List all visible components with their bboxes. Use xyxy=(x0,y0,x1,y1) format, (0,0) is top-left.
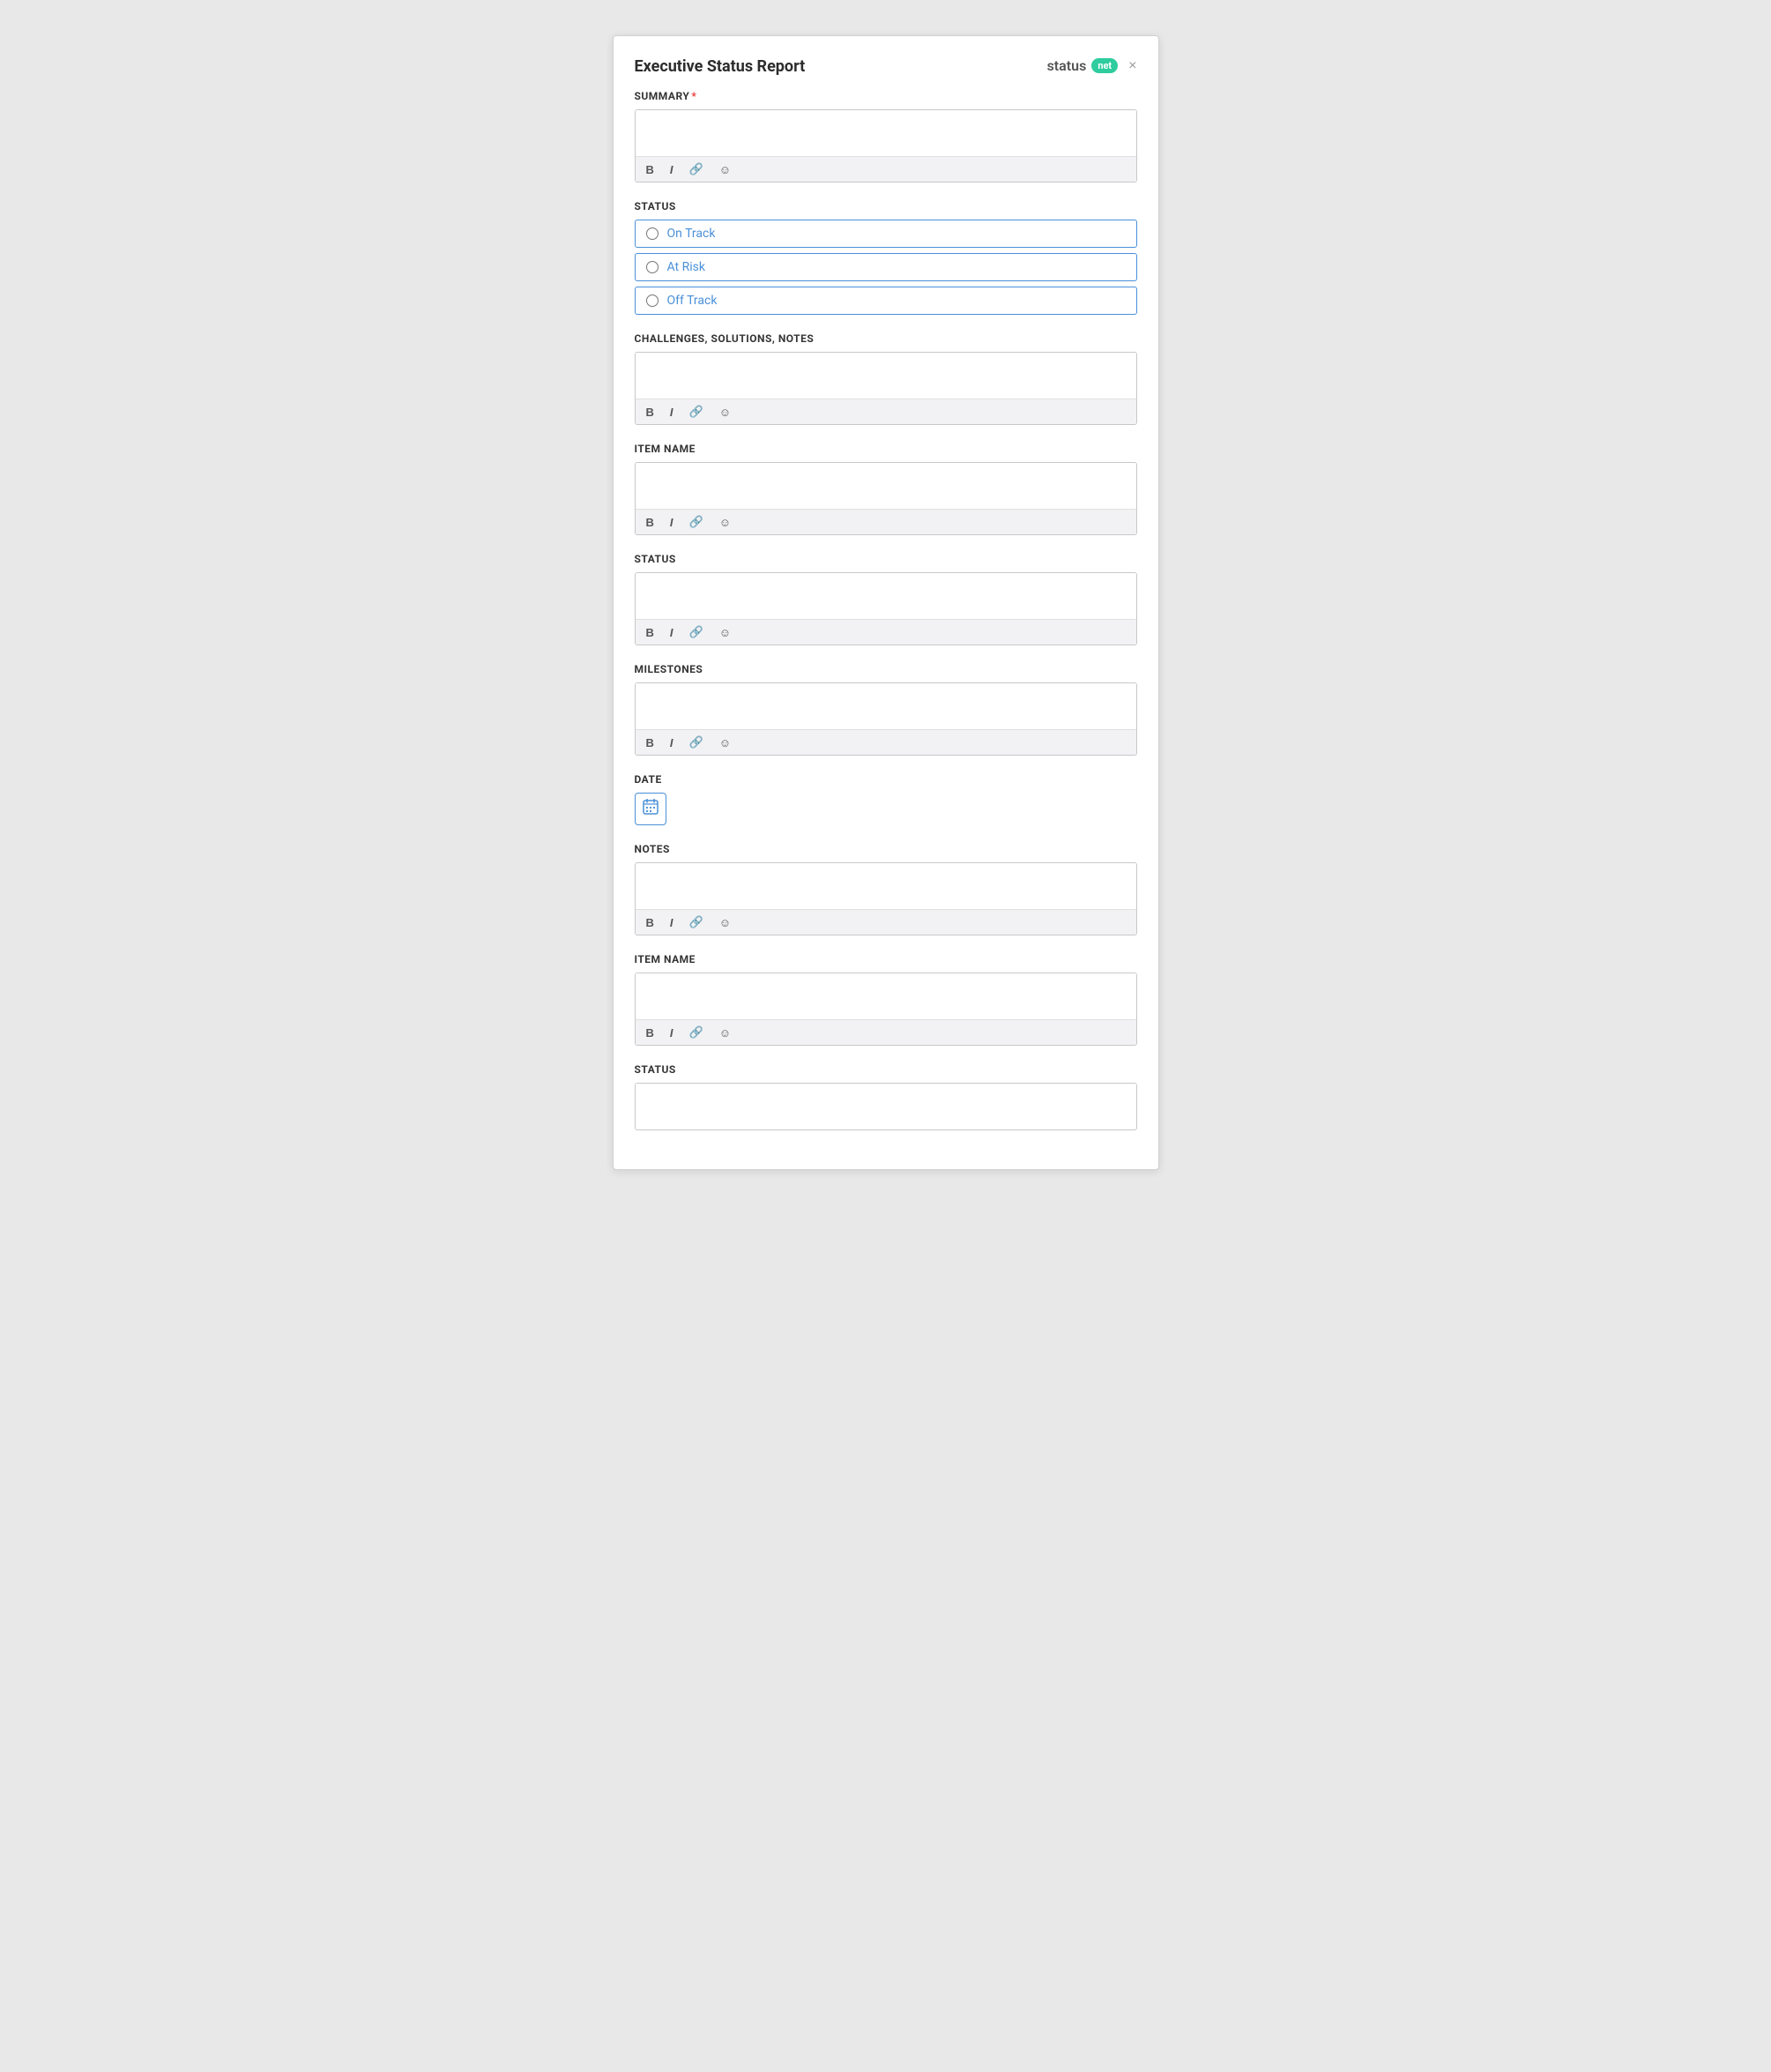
status-2-bold-button[interactable]: B xyxy=(643,624,658,641)
milestones-link-button[interactable]: 🔗 xyxy=(686,734,707,751)
status-2-toolbar: B I 🔗 ☺ xyxy=(636,619,1136,645)
summary-input[interactable] xyxy=(636,110,1136,153)
item-name-2-section: ITEM NAME B I 🔗 ☺ xyxy=(635,953,1137,1046)
challenges-italic-button[interactable]: I xyxy=(666,404,677,421)
status-2-editor: B I 🔗 ☺ xyxy=(635,572,1137,645)
milestones-section: MILESTONES B I 🔗 ☺ xyxy=(635,663,1137,756)
status-2-input[interactable] xyxy=(636,573,1136,615)
brand-badge: net xyxy=(1091,58,1118,73)
milestones-toolbar: B I 🔗 ☺ xyxy=(636,729,1136,755)
item-name-2-emoji-button[interactable]: ☺ xyxy=(716,1025,734,1041)
item-name-2-label: ITEM NAME xyxy=(635,953,1137,965)
item-name-1-italic-button[interactable]: I xyxy=(666,514,677,531)
notes-emoji-button[interactable]: ☺ xyxy=(716,914,734,931)
item-name-1-link-button[interactable]: 🔗 xyxy=(686,513,707,531)
brand-text: status xyxy=(1047,57,1087,74)
status-2-emoji-button[interactable]: ☺ xyxy=(716,624,734,641)
date-section: DATE xyxy=(635,773,1137,825)
summary-emoji-button[interactable]: ☺ xyxy=(716,161,734,178)
status-3-section: STATUS xyxy=(635,1063,1137,1130)
status-label-off-track: Off Track xyxy=(667,294,718,308)
status-2-link-button[interactable]: 🔗 xyxy=(686,623,707,641)
status-3-label: STATUS xyxy=(635,1063,1137,1076)
status-label: STATUS xyxy=(635,200,1137,212)
status-radio-off-track[interactable] xyxy=(646,294,659,307)
item-name-1-bold-button[interactable]: B xyxy=(643,514,658,531)
item-name-2-toolbar: B I 🔗 ☺ xyxy=(636,1019,1136,1045)
status-3-input[interactable] xyxy=(636,1084,1136,1126)
item-name-1-toolbar: B I 🔗 ☺ xyxy=(636,509,1136,534)
milestones-italic-button[interactable]: I xyxy=(666,734,677,751)
date-label: DATE xyxy=(635,773,1137,786)
summary-section: SUMMARY* B I 🔗 ☺ xyxy=(635,90,1137,183)
challenges-emoji-button[interactable]: ☺ xyxy=(716,404,734,421)
modal-title: Executive Status Report xyxy=(635,57,806,76)
challenges-toolbar: B I 🔗 ☺ xyxy=(636,399,1136,424)
item-name-1-section: ITEM NAME B I 🔗 ☺ xyxy=(635,443,1137,535)
summary-editor: B I 🔗 ☺ xyxy=(635,109,1137,183)
modal-title-group: Executive Status Report xyxy=(635,57,806,76)
notes-bold-button[interactable]: B xyxy=(643,914,658,931)
status-2-section: STATUS B I 🔗 ☺ xyxy=(635,553,1137,645)
date-picker-button[interactable] xyxy=(635,793,666,825)
status-radio-at-risk[interactable] xyxy=(646,261,659,273)
notes-input[interactable] xyxy=(636,863,1136,906)
challenges-input[interactable] xyxy=(636,353,1136,395)
notes-section: NOTES B I 🔗 ☺ xyxy=(635,843,1137,935)
item-name-1-input[interactable] xyxy=(636,463,1136,505)
milestones-bold-button[interactable]: B xyxy=(643,734,658,751)
item-name-1-label: ITEM NAME xyxy=(635,443,1137,455)
status-label-at-risk: At Risk xyxy=(667,260,705,274)
challenges-editor: B I 🔗 ☺ xyxy=(635,352,1137,425)
modal-header: Executive Status Report status net × xyxy=(635,57,1137,76)
milestones-label: MILESTONES xyxy=(635,663,1137,675)
status-label-on-track: On Track xyxy=(667,227,716,241)
item-name-1-editor: B I 🔗 ☺ xyxy=(635,462,1137,535)
status-option-at-risk[interactable]: At Risk xyxy=(635,253,1137,281)
challenges-label: CHALLENGES, SOLUTIONS, NOTES xyxy=(635,332,1137,345)
calendar-icon xyxy=(643,799,659,819)
status-radio-on-track[interactable] xyxy=(646,227,659,240)
status-2-label: STATUS xyxy=(635,553,1137,565)
challenges-link-button[interactable]: 🔗 xyxy=(686,403,707,421)
notes-editor: B I 🔗 ☺ xyxy=(635,862,1137,935)
notes-link-button[interactable]: 🔗 xyxy=(686,913,707,931)
notes-label: NOTES xyxy=(635,843,1137,855)
milestones-emoji-button[interactable]: ☺ xyxy=(716,734,734,751)
item-name-2-editor: B I 🔗 ☺ xyxy=(635,973,1137,1046)
close-button[interactable]: × xyxy=(1123,59,1136,73)
notes-toolbar: B I 🔗 ☺ xyxy=(636,909,1136,935)
item-name-2-italic-button[interactable]: I xyxy=(666,1025,677,1041)
status-3-editor xyxy=(635,1083,1137,1130)
item-name-2-link-button[interactable]: 🔗 xyxy=(686,1024,707,1041)
required-indicator: * xyxy=(691,90,696,102)
status-section: STATUS On Track At Risk Off Track xyxy=(635,200,1137,315)
notes-italic-button[interactable]: I xyxy=(666,914,677,931)
summary-label: SUMMARY* xyxy=(635,90,1137,102)
executive-status-report-modal: Executive Status Report status net × SUM… xyxy=(613,35,1159,1170)
summary-toolbar: B I 🔗 ☺ xyxy=(636,156,1136,182)
brand-area: status net × xyxy=(1047,57,1137,74)
status-option-off-track[interactable]: Off Track xyxy=(635,287,1137,315)
summary-italic-button[interactable]: I xyxy=(666,161,677,178)
item-name-2-input[interactable] xyxy=(636,973,1136,1016)
status-options-group: On Track At Risk Off Track xyxy=(635,220,1137,315)
challenges-bold-button[interactable]: B xyxy=(643,404,658,421)
milestones-input[interactable] xyxy=(636,683,1136,726)
status-2-italic-button[interactable]: I xyxy=(666,624,677,641)
status-option-on-track[interactable]: On Track xyxy=(635,220,1137,248)
item-name-1-emoji-button[interactable]: ☺ xyxy=(716,514,734,531)
milestones-editor: B I 🔗 ☺ xyxy=(635,682,1137,756)
item-name-2-bold-button[interactable]: B xyxy=(643,1025,658,1041)
challenges-section: CHALLENGES, SOLUTIONS, NOTES B I 🔗 ☺ xyxy=(635,332,1137,425)
summary-bold-button[interactable]: B xyxy=(643,161,658,178)
summary-link-button[interactable]: 🔗 xyxy=(686,160,707,178)
